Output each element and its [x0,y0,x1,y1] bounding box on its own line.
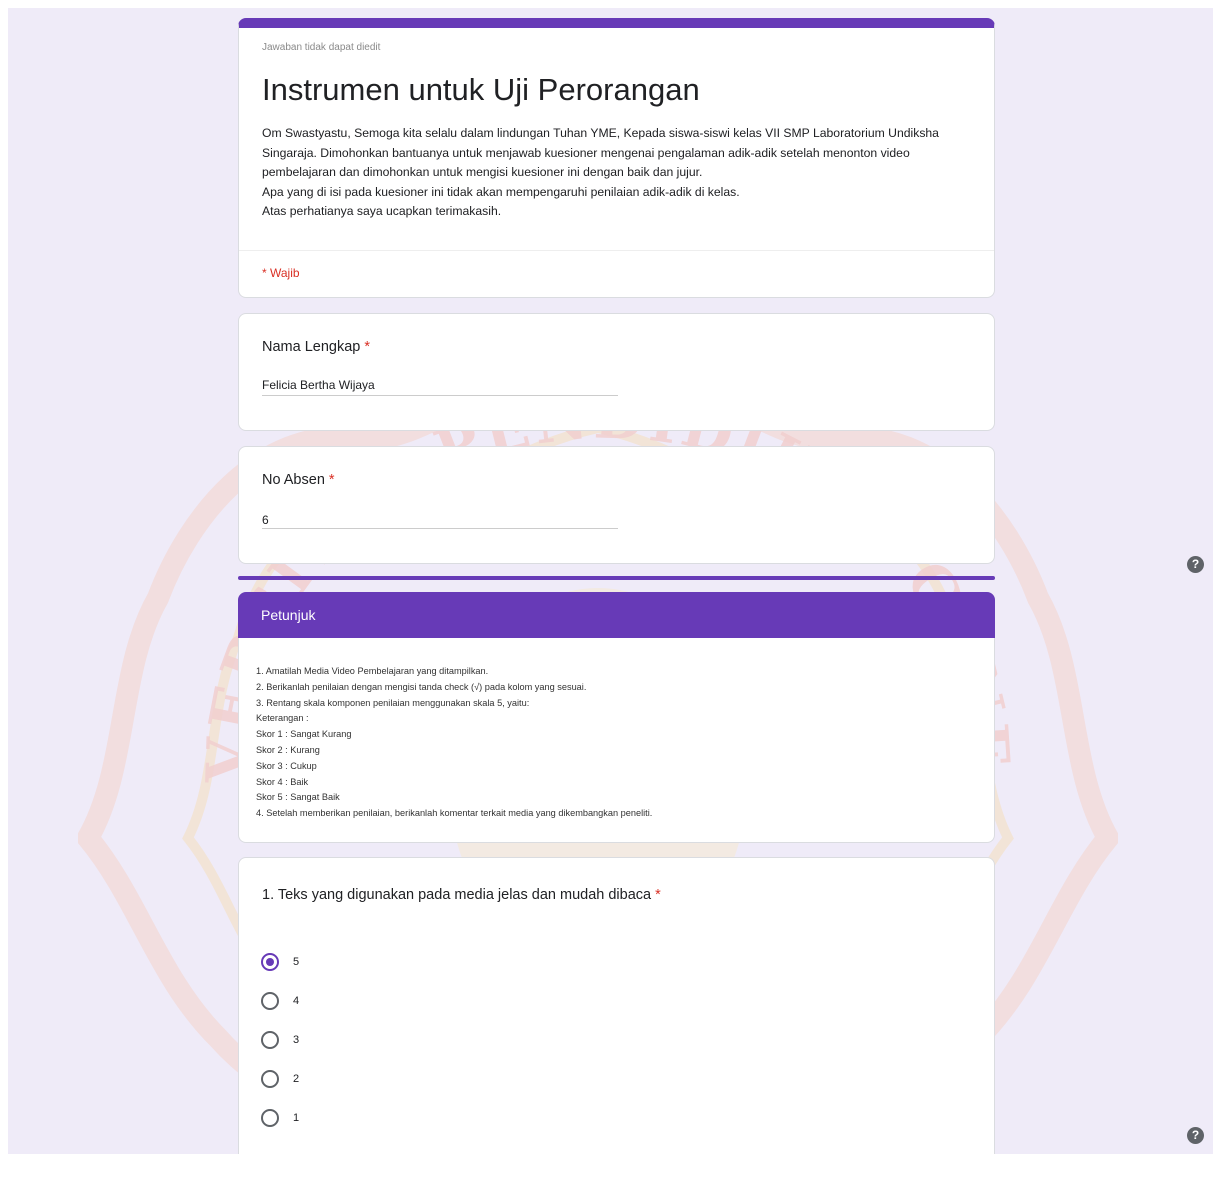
absen-answer-field[interactable]: 6 [262,513,269,527]
radio-option-label: 1 [293,1111,300,1124]
section-top-bar [238,576,995,580]
description-paragraph: Atas perhatianya saya ucapkan terimakasi… [262,204,502,218]
instruction-line: Skor 3 : Cukup [256,760,317,771]
section-instructions: 1. Amatilah Media Video Pembelajaran yan… [256,664,652,822]
name-answer-field[interactable]: Felicia Bertha Wijaya [262,378,375,392]
instruction-line: Skor 5 : Sangat Baik [256,792,340,803]
question-card-absen: No Absen * 6 [238,446,995,564]
answer-underline [262,395,618,396]
required-note: * Wajib [262,266,300,280]
section-card-petunjuk: Petunjuk 1. Amatilah Media Video Pembela… [238,592,995,843]
uneditable-note: Jawaban tidak dapat diedit [262,42,381,53]
instruction-line: 4. Setelah memberikan penilaian, berikan… [256,808,653,819]
question-label-text: Nama Lengkap [262,339,361,355]
form-page-background: UNIVERSITAS PENDIDIKAN GANESHA UNDIKSHA … [8,8,1213,1154]
required-asterisk: * [655,887,661,903]
section-title: Petunjuk [261,607,316,623]
header-divider [239,250,994,251]
answer-underline [262,528,618,529]
question-card-radio: 1. Teks yang digunakan pada media jelas … [238,857,995,1154]
form-description: Om Swastyastu, Semoga kita selalu dalam … [262,124,972,222]
radio-option-3[interactable]: 3 [261,1020,299,1059]
radio-options: 5 4 3 2 1 [261,942,299,1137]
radio-button[interactable] [261,1030,279,1049]
question-label-text: No Absen [262,472,325,488]
description-paragraph: Apa yang di isi pada kuesioner ini tidak… [262,184,740,199]
radio-button-checked[interactable] [261,952,279,971]
radio-option-label: 5 [293,955,300,968]
radio-option-2[interactable]: 2 [261,1059,299,1098]
question-label: Nama Lengkap * [262,339,370,355]
form-title: Instrumen untuk Uji Perorangan [262,72,700,107]
section-header: Petunjuk [238,592,995,638]
description-paragraph: Om Swastyastu, Semoga kita selalu dalam … [262,126,939,179]
question-label: 1. Teks yang digunakan pada media jelas … [262,887,661,903]
radio-option-1[interactable]: 1 [261,1098,299,1137]
radio-option-label: 2 [293,1072,300,1085]
help-circle-icon[interactable]: ? [1187,556,1204,573]
instruction-line: Keterangan : [256,713,309,724]
instruction-line: Skor 2 : Kurang [256,744,320,755]
instruction-line: 1. Amatilah Media Video Pembelajaran yan… [256,666,489,676]
radio-option-label: 3 [293,1033,300,1046]
help-circle-icon[interactable]: ? [1187,1127,1204,1144]
radio-option-label: 4 [293,994,300,1007]
radio-option-4[interactable]: 4 [261,981,299,1020]
required-asterisk: * [364,339,371,355]
instruction-line: Skor 1 : Sangat Kurang [256,729,352,740]
radio-button[interactable] [261,991,279,1010]
instruction-line: 3. Rentang skala komponen penilaian meng… [256,697,530,708]
instruction-line: Skor 4 : Baik [256,776,309,787]
instruction-line: 2. Berikanlah penilaian dengan mengisi t… [256,681,587,692]
radio-button[interactable] [261,1108,279,1127]
question-label-text: 1. Teks yang digunakan pada media jelas … [262,887,652,903]
form-header-card: Jawaban tidak dapat diedit Instrumen unt… [238,18,995,298]
radio-option-5[interactable]: 5 [261,942,299,981]
question-card-name: Nama Lengkap * Felicia Bertha Wijaya [238,313,995,431]
required-asterisk: * [328,472,335,488]
question-label: No Absen * [262,472,335,488]
radio-button[interactable] [261,1069,279,1088]
